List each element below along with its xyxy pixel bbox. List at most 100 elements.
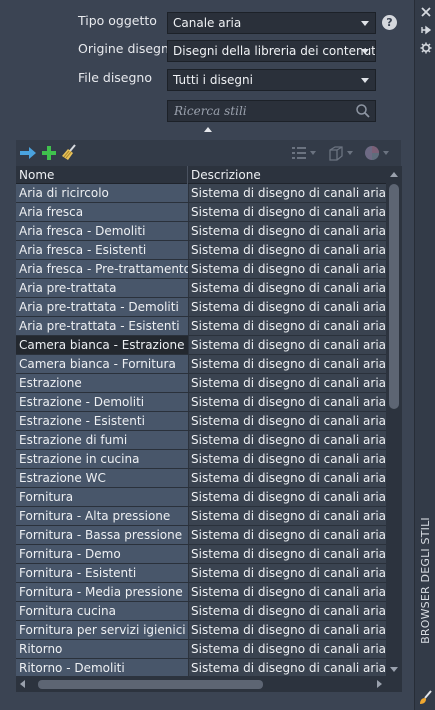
style-description-cell: Sistema di disegno di canali aria per es… <box>189 393 386 411</box>
style-description-cell: Sistema di disegno di canali aria di est… <box>189 469 386 487</box>
scroll-down-icon[interactable] <box>390 667 398 672</box>
arrow-right-icon[interactable] <box>19 144 37 162</box>
table-row[interactable]: Aria pre-trattata Sistema di disegno di c… <box>16 279 386 298</box>
style-name-cell: Camera bianca - Fornitura <box>16 355 188 373</box>
style-name-cell: Ritorno <box>16 640 188 658</box>
horizontal-scroll-thumb[interactable] <box>38 680 263 689</box>
origine-disegno-label: Origine disegno <box>78 41 177 56</box>
list-view-icon[interactable] <box>291 146 316 160</box>
collapse-arrow-icon[interactable] <box>204 127 212 132</box>
search-input[interactable] <box>168 101 348 121</box>
table-row[interactable]: Aria di ricircolo Sistema di disegno di c… <box>16 184 386 203</box>
style-name-cell: Fornitura <box>16 488 188 506</box>
style-name-cell: Camera bianca - Estrazione <box>16 336 188 354</box>
style-name-cell: Aria fresca <box>16 203 188 221</box>
style-description-cell: Sistema di disegno di canali aria per es… <box>189 336 386 354</box>
style-description-cell: Sistema di disegno di canali aria per ar… <box>189 222 386 240</box>
table-row[interactable]: Estrazione in cucina Sistema di disegno d… <box>16 450 386 469</box>
style-name-cell: Aria fresca - Pre-trattamento <box>16 260 188 278</box>
style-name-cell: Fornitura cucina <box>16 602 188 620</box>
style-name-cell: Fornitura - Demo <box>16 545 188 563</box>
table-row[interactable]: Estrazione - Esistenti Sistema di disegno… <box>16 412 386 431</box>
vertical-scroll-thumb[interactable] <box>389 184 399 409</box>
style-description-cell: Sistema di disegno di canali aria per ar… <box>189 317 386 335</box>
search-icon[interactable] <box>355 103 371 119</box>
table-row[interactable]: Fornitura - Media pressione Sistema di di… <box>16 583 386 602</box>
style-description-cell: Sistema di disegno di canali aria per ar… <box>189 279 386 297</box>
table-row[interactable]: Estrazione di fumi Sistema di disegno di … <box>16 431 386 450</box>
table-row[interactable]: Estrazione WC Sistema di disegno di canal… <box>16 469 386 488</box>
table-row[interactable]: Aria fresca - Pre-trattamento Sistema di … <box>16 260 386 279</box>
style-name-cell: Estrazione - Esistenti <box>16 412 188 430</box>
style-description-cell: Sistema di disegno di canali aria di for… <box>189 488 386 506</box>
table-row[interactable]: Fornitura Sistema di disegno di canali ar… <box>16 488 386 507</box>
table-row[interactable]: Estrazione - Demoliti Sistema di disegno … <box>16 393 386 412</box>
plus-icon[interactable] <box>41 144 57 162</box>
style-name-cell: Estrazione di fumi <box>16 431 188 449</box>
table-row[interactable]: Fornitura - Bassa pressione Sistema di di… <box>16 526 386 545</box>
table-row[interactable]: Aria pre-trattata - Demoliti Sistema di d… <box>16 298 386 317</box>
table-row[interactable]: Fornitura cucina Sistema di disegno di ca… <box>16 602 386 621</box>
table-row[interactable]: Fornitura - Alta pressione Sistema di dis… <box>16 507 386 526</box>
search-box[interactable] <box>167 100 376 122</box>
file-disegno-label: File disegno <box>78 70 153 85</box>
style-name-cell: Estrazione WC <box>16 469 188 487</box>
table-row[interactable]: Camera bianca - Estrazione Sistema di dis… <box>16 336 386 355</box>
style-description-cell: Sistema di disegno di canali aria di rit… <box>189 640 386 658</box>
file-disegno-dropdown[interactable]: Tutti i disegni <box>167 69 376 91</box>
settings-icon[interactable] <box>417 40 434 56</box>
scroll-corner <box>386 676 402 692</box>
table-row[interactable]: Fornitura per servizi igienici Sistema di… <box>16 621 386 640</box>
style-description-cell: Sistema di disegno di canali aria di for… <box>189 583 386 601</box>
style-description-cell: Sistema di disegno di canali aria di for… <box>189 545 386 563</box>
table-row[interactable]: Camera bianca - Fornitura Sistema di dise… <box>16 355 386 374</box>
table-header: Nome Descrizione <box>16 166 386 184</box>
table-row[interactable]: Aria fresca - Esistenti Sistema di disegn… <box>16 241 386 260</box>
column-header-nome[interactable]: Nome <box>19 168 54 182</box>
side-strip: BROWSER DEGLI STILI <box>414 0 435 710</box>
style-description-cell: Sistema di disegno di canali aria di for… <box>189 602 386 620</box>
style-name-cell: Aria pre-trattata <box>16 279 188 297</box>
cube-icon[interactable] <box>328 145 353 161</box>
vertical-scrollbar[interactable] <box>386 166 402 676</box>
style-name-cell: Estrazione - Demoliti <box>16 393 188 411</box>
style-description-cell: Sistema di disegno di canali aria scaric… <box>189 412 386 430</box>
style-description-cell: Sistema di disegno di canali aria per ar… <box>189 260 386 278</box>
style-name-cell: Aria pre-trattata - Demoliti <box>16 298 188 316</box>
table-row[interactable]: Estrazione Sistema di disegno di canali a… <box>16 374 386 393</box>
scroll-left-icon[interactable] <box>20 680 25 688</box>
style-description-cell: Sistema di disegno di canali aria per es… <box>189 450 386 468</box>
table-row[interactable]: Aria fresca - Demoliti Sistema di disegno… <box>16 222 386 241</box>
palette-title: BROWSER DEGLI STILI <box>419 516 433 644</box>
origine-disegno-dropdown[interactable]: Disegni della libreria dei contenuti <box>167 40 376 62</box>
style-name-cell: Fornitura - Bassa pressione <box>16 526 188 544</box>
table-row[interactable]: Aria fresca Sistema di disegno di canali … <box>16 203 386 222</box>
style-name-cell: Fornitura per servizi igienici <box>16 621 188 639</box>
question-icon[interactable]: ? <box>382 15 397 30</box>
style-description-cell: Sistema di disegno di canali aria per es… <box>189 431 386 449</box>
tipo-oggetto-dropdown[interactable]: Canale aria <box>167 12 376 34</box>
scroll-right-icon[interactable] <box>377 680 382 688</box>
styles-table: Nome Descrizione Aria di ricircolo Sistem… <box>16 166 402 692</box>
style-description-cell: Sistema di disegno di canali aria di rit… <box>189 659 386 677</box>
style-description-cell: Sistema di disegno di canali aria per ar… <box>189 241 386 259</box>
horizontal-scrollbar[interactable] <box>16 676 386 692</box>
style-description-cell: Sistema di disegno di canali aria di for… <box>189 526 386 544</box>
table-row[interactable]: Aria pre-trattata - Esistenti Sistema di … <box>16 317 386 336</box>
style-name-cell: Fornitura - Media pressione <box>16 583 188 601</box>
table-row[interactable]: Fornitura - Demo Sistema di disegno di ca… <box>16 545 386 564</box>
table-row[interactable]: Ritorno Sistema di disegno di canali aria… <box>16 640 386 659</box>
style-name-cell: Estrazione <box>16 374 188 392</box>
table-body: Aria di ricircolo Sistema di disegno di c… <box>16 184 386 692</box>
pin-icon[interactable] <box>417 22 434 38</box>
scroll-up-icon[interactable] <box>390 172 398 177</box>
style-description-cell: Sistema di disegno di canali aria di for… <box>189 564 386 582</box>
brush-icon[interactable] <box>417 689 434 706</box>
color-wheel-icon[interactable] <box>364 146 389 160</box>
table-row[interactable]: Fornitura - Esistenti Sistema di disegno … <box>16 564 386 583</box>
broom-icon[interactable] <box>60 144 78 162</box>
column-header-descrizione[interactable]: Descrizione <box>191 168 261 182</box>
column-divider[interactable] <box>187 166 188 184</box>
close-icon[interactable] <box>417 4 434 20</box>
chevron-down-icon <box>361 78 369 83</box>
